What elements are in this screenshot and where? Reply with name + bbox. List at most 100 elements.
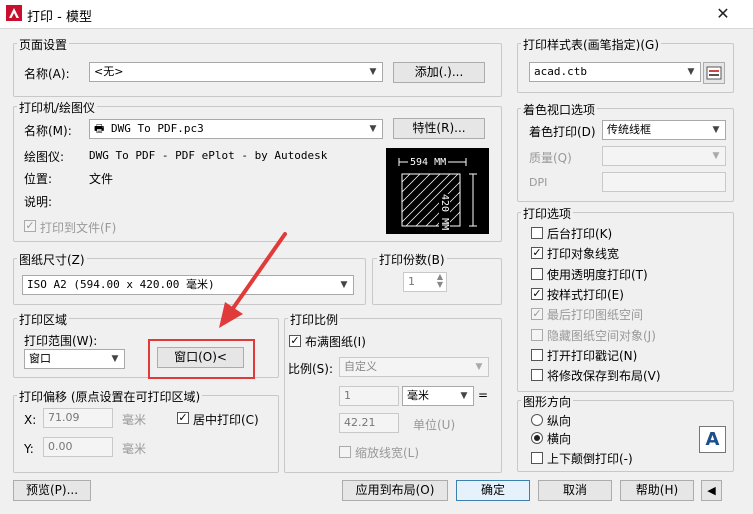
scale-equals: = (478, 388, 489, 402)
plot-option-checkbox[interactable] (531, 349, 543, 361)
ok-button[interactable]: 确定 (456, 480, 530, 501)
chevron-down-icon: ▼ (460, 391, 468, 401)
scale-select[interactable]: 自定义 ▼ (339, 357, 489, 377)
collapse-options-button[interactable]: ◀ (701, 480, 722, 501)
plot-range-label: 打印范围(W): (24, 334, 98, 348)
printer-name-select[interactable]: 🖶 DWG To PDF.pc3 ▼ (89, 119, 383, 139)
landscape-radio[interactable] (531, 432, 543, 444)
scale-unit-select[interactable]: 毫米 ▼ (402, 386, 474, 406)
portrait-label: 纵向 (547, 414, 572, 428)
shade-plot-label: 着色打印(D) (529, 125, 596, 139)
add-page-setup-button[interactable]: 添加(.)... (393, 62, 485, 83)
close-button[interactable]: ✕ (700, 0, 746, 28)
plot-option-label: 打开打印戳记(N) (547, 349, 638, 363)
offset-y-input[interactable]: 0.00 (43, 437, 113, 457)
printer-group-label: 打印机/绘图仪 (17, 99, 98, 116)
paper-preview: 594 MM 420 MM (386, 148, 489, 234)
plot-option-label: 按样式打印(E) (547, 288, 624, 302)
offset-y-label: Y: (24, 442, 34, 456)
title-bar: 打印 - 模型 ✕ (0, 0, 753, 29)
plot-option-label: 使用透明度打印(T) (547, 268, 648, 282)
portrait-radio[interactable] (531, 414, 543, 426)
plot-options-label: 打印选项 (521, 205, 574, 222)
chevron-down-icon: ▼ (111, 354, 119, 364)
quality-select[interactable]: ▼ (602, 146, 726, 166)
plotter-value: DWG To PDF - PDF ePlot - by Autodesk (89, 149, 328, 162)
paper-size-select[interactable]: ISO A2 (594.00 x 420.00 毫米) ▼ (22, 275, 354, 295)
edit-plot-style-button[interactable] (703, 62, 725, 84)
plot-option-checkbox[interactable] (531, 227, 543, 239)
orientation-label: 图形方向 (521, 393, 574, 410)
shaded-viewport-label: 着色视口选项 (521, 101, 598, 118)
plot-option-checkbox[interactable] (531, 268, 543, 280)
page-setup-label: 页面设置 (17, 36, 70, 53)
plot-option-label: 最后打印图纸空间 (547, 308, 644, 322)
page-setup-name-label: 名称(A): (24, 67, 70, 81)
scale-value-input[interactable]: 1 (339, 386, 399, 406)
paper-height-label: 420 MM (439, 194, 450, 231)
cancel-button[interactable]: 取消 (538, 480, 612, 501)
help-button[interactable]: 帮助(H) (620, 480, 694, 501)
scale-units-label: 单位(U) (413, 418, 456, 432)
apply-to-layout-button[interactable]: 应用到布局(O) (342, 480, 448, 501)
offset-y-unit: 毫米 (122, 442, 147, 456)
scale-units-input[interactable]: 42.21 (339, 413, 399, 433)
offset-x-unit: 毫米 (122, 413, 147, 427)
plot-option-label: 隐藏图纸空间对象(J) (547, 329, 656, 343)
upside-down-checkbox[interactable] (531, 452, 543, 464)
fit-to-paper-label: 布满图纸(I) (305, 335, 366, 349)
offset-x-input[interactable]: 71.09 (43, 408, 113, 428)
plot-option-checkbox[interactable] (531, 369, 543, 381)
window-select-button[interactable]: 窗口(O)< (157, 347, 244, 368)
chevron-down-icon: ▼ (369, 67, 377, 77)
orientation-preview-icon: A (699, 426, 726, 453)
plot-option-checkbox[interactable] (531, 329, 543, 341)
plot-option-checkbox[interactable]: ✓ (531, 288, 543, 300)
plot-option-checkbox[interactable]: ✓ (531, 308, 543, 320)
offset-x-label: X: (24, 413, 37, 427)
annotation-arrow (219, 232, 287, 328)
center-plot-checkbox[interactable]: ✓ (177, 412, 189, 424)
location-value: 文件 (89, 172, 114, 186)
preview-button[interactable]: 预览(P)... (13, 480, 91, 501)
autocad-app-icon (6, 5, 22, 21)
location-label: 位置: (24, 172, 53, 186)
dpi-label: DPI (529, 176, 548, 189)
paper-size-label: 图纸尺寸(Z) (17, 251, 87, 268)
dpi-input[interactable] (602, 172, 726, 192)
scale-label: 比例(S): (288, 362, 334, 376)
copies-label: 打印份数(B) (377, 251, 447, 268)
plot-option-label: 后台打印(K) (547, 227, 613, 241)
chevron-down-icon: ▼ (369, 124, 377, 134)
plot-style-select[interactable]: acad.ctb ▼ (529, 62, 701, 82)
print-to-file-label: 打印到文件(F) (40, 221, 117, 235)
collapse-icon: ◀ (707, 484, 716, 497)
page-setup-name-select[interactable]: <无> ▼ (89, 62, 383, 82)
plot-offset-group (13, 395, 279, 473)
window-title: 打印 - 模型 (27, 10, 92, 25)
plot-offset-label: 打印偏移 (原点设置在可打印区域) (17, 388, 203, 405)
plot-style-label: 打印样式表(画笔指定)(G) (521, 36, 662, 53)
plot-range-select[interactable]: 窗口 ▼ (24, 349, 125, 369)
print-to-file-checkbox[interactable]: ✓ (24, 220, 36, 232)
chevron-down-icon: ▼ (712, 125, 720, 135)
style-editor-icon (706, 66, 722, 80)
fit-to-paper-checkbox[interactable]: ✓ (289, 335, 301, 347)
printer-name-label: 名称(M): (24, 124, 72, 138)
landscape-label: 横向 (547, 432, 572, 446)
plot-scale-label: 打印比例 (288, 311, 341, 328)
chevron-down-icon: ▼ (475, 362, 483, 372)
description-label: 说明: (24, 195, 53, 209)
printer-properties-button[interactable]: 特性(R)... (393, 118, 485, 139)
chevron-down-icon: ▼ (687, 67, 695, 77)
plot-option-label: 将修改保存到布局(V) (547, 369, 661, 383)
shade-plot-select[interactable]: 传统线框 ▼ (602, 120, 726, 140)
plot-option-label: 打印对象线宽 (547, 247, 620, 261)
copies-spinner-icon[interactable]: ▲ ▼ (435, 273, 445, 289)
chevron-down-icon: ▼ (712, 151, 720, 161)
printer-icon: 🖶 (94, 122, 112, 135)
scale-lineweights-label: 缩放线宽(L) (355, 446, 420, 460)
plot-option-checkbox[interactable]: ✓ (531, 247, 543, 259)
scale-lineweights-checkbox[interactable] (339, 446, 351, 458)
paper-width-label: 594 MM (408, 157, 449, 168)
